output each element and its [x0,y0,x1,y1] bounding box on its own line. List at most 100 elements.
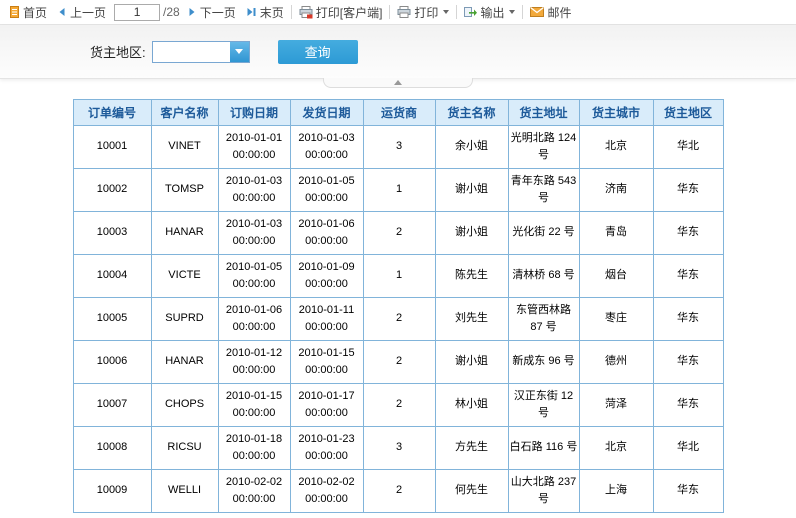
table-row: 10006HANAR2010-01-12 00:00:002010-01-15 … [73,341,723,384]
pagination-toolbar: 首页 上一页 /28 下一页 末页 打印[客户端 [0,0,796,25]
table-cell: 山大北路 237 号 [508,470,579,513]
table-cell: WELLI [151,470,218,513]
table-cell: 汉正东街 12 号 [508,384,579,427]
table-cell: 10004 [73,255,151,298]
table-cell: 华东 [653,255,723,298]
table-cell: 1 [363,255,435,298]
region-param-label: 货主地区: [90,42,146,61]
table-cell: 2010-02-02 00:00:00 [290,470,363,513]
column-header: 货主城市 [579,100,653,126]
table-row: 10007CHOPS2010-01-15 00:00:002010-01-17 … [73,384,723,427]
table-cell: 白石路 116 号 [508,427,579,470]
email-button[interactable]: 邮件 [525,2,576,23]
table-cell: 青年东路 543 号 [508,169,579,212]
table-cell: 10008 [73,427,151,470]
table-cell: 10003 [73,212,151,255]
first-page-button[interactable]: 首页 [4,2,52,23]
last-page-label: 末页 [260,4,284,21]
last-page-button[interactable]: 末页 [241,2,289,23]
table-cell: 陈先生 [435,255,508,298]
table-cell: 2010-01-03 00:00:00 [218,169,290,212]
table-cell: 谢小姐 [435,341,508,384]
table-cell: 2010-02-02 00:00:00 [218,470,290,513]
table-cell: RICSU [151,427,218,470]
table-cell: 2 [363,341,435,384]
print-button[interactable]: 打印 [392,2,454,23]
column-header: 货主名称 [435,100,508,126]
table-cell: 林小姐 [435,384,508,427]
query-button[interactable]: 查询 [278,40,358,64]
table-cell: 华北 [653,126,723,169]
table-cell: 2010-01-03 00:00:00 [290,126,363,169]
table-cell: 青岛 [579,212,653,255]
table-cell: 2010-01-06 00:00:00 [290,212,363,255]
region-dropdown[interactable] [152,41,250,63]
table-cell: 华东 [653,212,723,255]
table-row: 10008RICSU2010-01-18 00:00:002010-01-23 … [73,427,723,470]
table-cell: 华北 [653,427,723,470]
table-cell: CHOPS [151,384,218,427]
region-dropdown-value [153,42,230,62]
page-total-label: /28 [163,5,180,19]
column-header: 订单编号 [73,100,151,126]
table-cell: 2010-01-23 00:00:00 [290,427,363,470]
next-page-button[interactable]: 下一页 [182,2,241,23]
table-cell: 菏泽 [579,384,653,427]
parameter-panel: 货主地区: 查询 [0,25,796,79]
chevron-down-icon [443,10,449,14]
table-cell: 何先生 [435,470,508,513]
table-cell: 2010-01-15 00:00:00 [290,341,363,384]
table-cell: 济南 [579,169,653,212]
collapse-panel-handle[interactable] [323,78,473,88]
column-header: 货主地区 [653,100,723,126]
column-header: 货主地址 [508,100,579,126]
chevron-up-icon [394,80,402,85]
table-row: 10001VINET2010-01-01 00:00:002010-01-03 … [73,126,723,169]
report-viewer: 首页 上一页 /28 下一页 末页 打印[客户端 [0,0,796,513]
export-button[interactable]: 输出 [459,2,520,23]
table-cell: HANAR [151,212,218,255]
prev-page-button[interactable]: 上一页 [52,2,111,23]
dropdown-arrow-button[interactable] [230,42,249,62]
table-cell: VINET [151,126,218,169]
table-cell: 2010-01-17 00:00:00 [290,384,363,427]
table-cell: 2 [363,212,435,255]
table-row: 10005SUPRD2010-01-06 00:00:002010-01-11 … [73,298,723,341]
column-header: 运货商 [363,100,435,126]
table-cell: 枣庄 [579,298,653,341]
table-cell: 3 [363,126,435,169]
table-cell: 德州 [579,341,653,384]
table-cell: 华东 [653,341,723,384]
toolbar-separator [291,5,292,19]
table-cell: 10009 [73,470,151,513]
table-cell: 1 [363,169,435,212]
chevron-down-icon [235,49,243,54]
prev-page-label: 上一页 [70,4,106,21]
table-cell: 2 [363,384,435,427]
table-body: 10001VINET2010-01-01 00:00:002010-01-03 … [73,126,723,513]
green-export-arrow-icon [464,6,477,18]
table-cell: 刘先生 [435,298,508,341]
table-cell: 东管西林路 87 号 [508,298,579,341]
table-cell: 烟台 [579,255,653,298]
table-cell: 华东 [653,169,723,212]
table-cell: 10007 [73,384,151,427]
page-number-input[interactable] [114,4,160,21]
table-cell: 上海 [579,470,653,513]
table-cell: 清林桥 68 号 [508,255,579,298]
table-cell: 2010-01-18 00:00:00 [218,427,290,470]
next-page-label: 下一页 [200,4,236,21]
column-header: 客户名称 [151,100,218,126]
table-cell: 北京 [579,427,653,470]
table-cell: 10002 [73,169,151,212]
print-client-button[interactable]: 打印[客户端] [294,2,388,23]
table-cell: 2010-01-01 00:00:00 [218,126,290,169]
table-row: 10009WELLI2010-02-02 00:00:002010-02-02 … [73,470,723,513]
table-cell: VICTE [151,255,218,298]
table-cell: 10001 [73,126,151,169]
table-cell: 2010-01-11 00:00:00 [290,298,363,341]
printer-icon [397,6,411,19]
email-label: 邮件 [547,4,571,21]
chevron-down-icon [509,10,515,14]
table-cell: 谢小姐 [435,169,508,212]
